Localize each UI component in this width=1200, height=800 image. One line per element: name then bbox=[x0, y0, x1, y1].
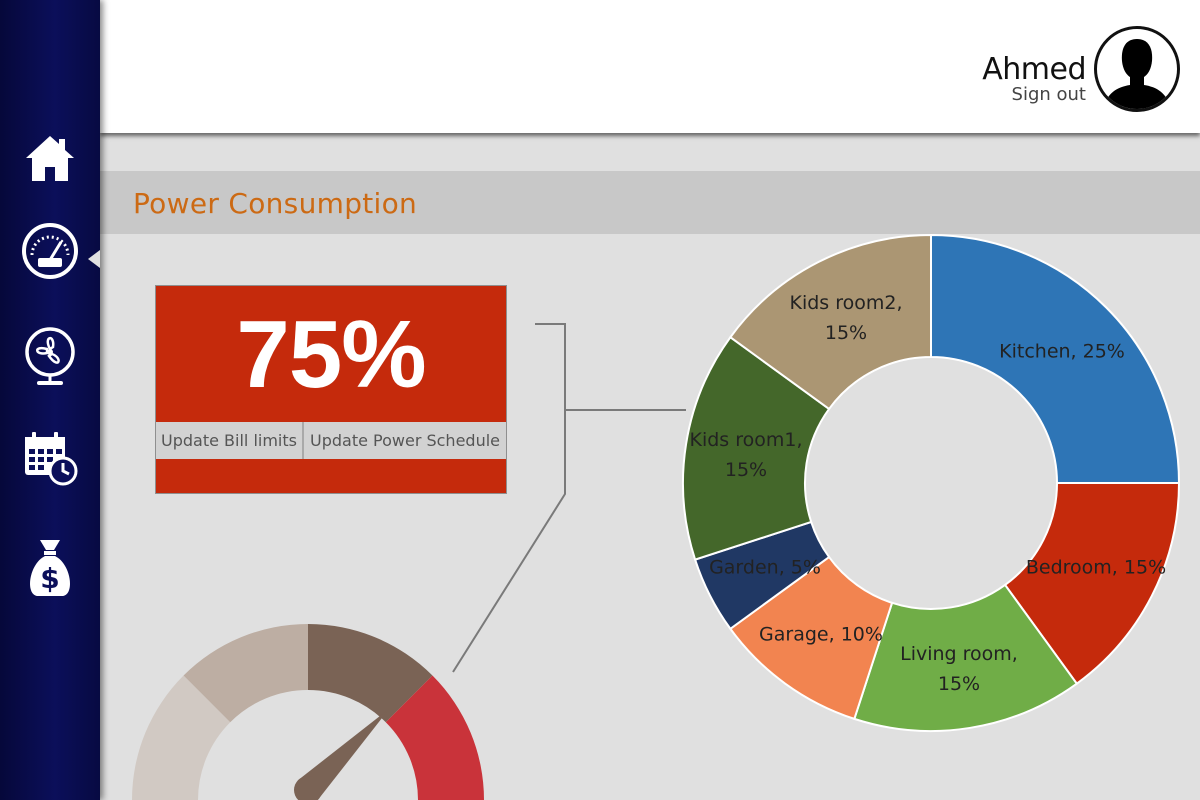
gauge-segment bbox=[385, 675, 484, 800]
donut-label-kids-room1: Kids room1, 15% bbox=[689, 429, 802, 481]
sidebar-item-home[interactable] bbox=[20, 128, 80, 188]
usage-percentage: 75% bbox=[236, 301, 426, 408]
active-nav-pointer bbox=[88, 250, 100, 268]
usage-card: 75% Update Bill limits Update Power Sche… bbox=[155, 285, 507, 494]
sidebar-item-schedule[interactable] bbox=[20, 428, 80, 488]
gauge-icon bbox=[22, 223, 78, 279]
sidebar-item-devices[interactable] bbox=[20, 327, 80, 387]
donut-label-kitchen: Kitchen, 25% bbox=[999, 341, 1125, 363]
gauge-hub bbox=[294, 776, 322, 800]
donut-label-bedroom: Bedroom, 15% bbox=[1026, 557, 1166, 579]
sidebar: $ bbox=[0, 0, 100, 800]
sidebar-item-dashboard[interactable] bbox=[20, 221, 80, 281]
room-consumption-donut bbox=[682, 233, 1181, 732]
power-gauge bbox=[132, 624, 484, 800]
donut-slice-kids-room2 bbox=[728, 233, 932, 411]
section-title: Power Consumption bbox=[133, 187, 418, 220]
gauge-segment bbox=[132, 675, 231, 800]
avatar[interactable] bbox=[1094, 26, 1180, 112]
sign-out-link[interactable]: Sign out bbox=[1012, 84, 1086, 105]
header: Ahmed Sign out bbox=[100, 0, 1200, 133]
update-power-schedule-button[interactable]: Update Power Schedule bbox=[304, 422, 506, 459]
donut-label-garage: Garage, 10% bbox=[759, 624, 883, 646]
donut-label-kids-room2: Kids room2, 15% bbox=[789, 292, 902, 344]
home-icon bbox=[26, 136, 74, 181]
card-actions: Update Bill limits Update Power Schedule bbox=[156, 422, 506, 459]
gauge-needle bbox=[298, 708, 390, 800]
donut-slice-bedroom bbox=[1003, 482, 1181, 686]
gauge-segment bbox=[183, 624, 308, 723]
sidebar-item-bill[interactable]: $ bbox=[20, 537, 80, 597]
donut-labels: Kitchen, 25% Bedroom, 15% Living room, 15% G… bbox=[689, 292, 1166, 695]
section-header: Power Consumption bbox=[100, 171, 1200, 234]
calendar-clock-icon bbox=[25, 432, 78, 486]
update-bill-limits-button[interactable]: Update Bill limits bbox=[156, 422, 304, 459]
money-bag-icon: $ bbox=[30, 540, 70, 596]
user-name: Ahmed bbox=[982, 52, 1086, 87]
donut-label-living-room: Living room, 15% bbox=[900, 643, 1018, 695]
donut-slice-kitchen bbox=[930, 233, 1181, 484]
donut-slice-living-room bbox=[853, 583, 1079, 732]
svg-text:$: $ bbox=[40, 562, 59, 595]
donut-slice-garage bbox=[728, 555, 894, 721]
donut-slice-kids-room1 bbox=[682, 335, 831, 561]
donut-slice-garden bbox=[693, 520, 831, 631]
gauge-segment bbox=[308, 624, 433, 723]
fan-icon bbox=[25, 327, 75, 385]
user-silhouette-icon bbox=[1103, 39, 1171, 109]
donut-label-garden: Garden, 5% bbox=[709, 557, 821, 579]
